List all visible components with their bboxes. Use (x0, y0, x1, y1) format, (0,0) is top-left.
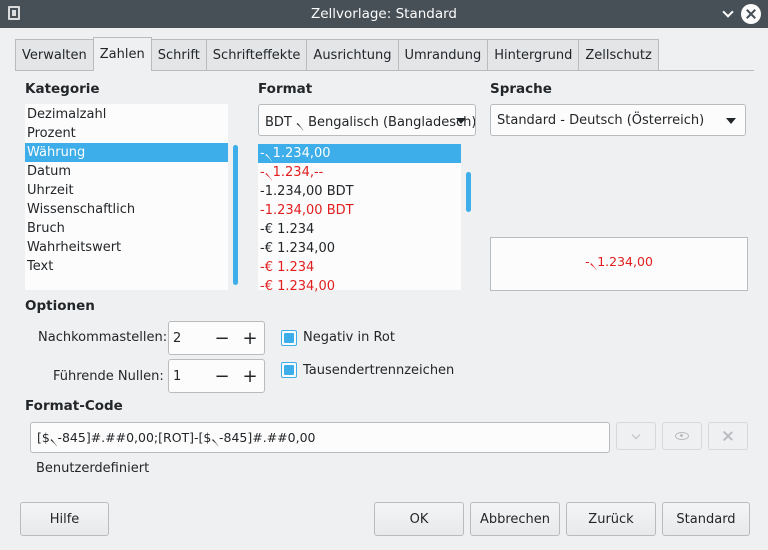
delete-button[interactable] (708, 422, 748, 450)
tab-verwalten[interactable]: Verwalten (15, 39, 94, 71)
leading-zeros-label: Führende Nullen: (53, 369, 164, 384)
decimals-spinner[interactable]: 2 − + (168, 321, 265, 355)
close-icon (746, 9, 756, 19)
format-item[interactable]: -€ 1.234,00 (258, 239, 461, 258)
help-button[interactable]: Hilfe (20, 502, 109, 536)
format-item[interactable]: -৲1.234,-- (258, 163, 461, 182)
standard-button[interactable]: Standard (662, 502, 750, 536)
accept-icon (631, 430, 641, 439)
format-scrollbar[interactable] (466, 172, 471, 212)
format-description: Benutzerdefiniert (36, 461, 150, 476)
tab-ausrichtung[interactable]: Ausrichtung (306, 39, 399, 71)
ok-button[interactable]: OK (374, 502, 464, 536)
tab-bar: Verwalten Zahlen Schrift Schrifteffekte … (15, 37, 659, 71)
format-item[interactable]: -1.234,00 BDT (258, 201, 461, 220)
category-item[interactable]: Bruch (25, 219, 228, 238)
format-list[interactable]: -৲1.234,00 -৲1.234,-- -1.234,00 BDT -1.2… (258, 144, 461, 294)
edit-comment-button[interactable] (662, 422, 702, 450)
chevron-down-icon (722, 5, 734, 18)
accept-button[interactable] (616, 422, 656, 450)
decimals-label: Nachkommastellen: (38, 330, 168, 345)
category-item[interactable]: Wahrheitswert (25, 238, 228, 257)
language-select[interactable]: Standard - Deutsch (Österreich) (490, 104, 746, 136)
category-heading: Kategorie (25, 81, 100, 97)
options-heading: Optionen (25, 298, 95, 314)
dropdown-arrow-icon (456, 118, 466, 124)
increment-button[interactable]: + (237, 322, 263, 354)
category-scrollbar[interactable] (233, 145, 238, 285)
minimize-button[interactable] (718, 4, 738, 24)
format-code-heading: Format-Code (25, 398, 123, 414)
title-bar: Zellvorlage: Standard (0, 0, 768, 28)
category-item[interactable]: Prozent (25, 124, 228, 143)
tab-zahlen[interactable]: Zahlen (92, 37, 152, 71)
tab-schrifteffekte[interactable]: Schrifteffekte (205, 39, 308, 71)
format-code-input[interactable]: [$৲-845]#.##0,00;[ROT]-[$৲-845]#.##0,00 (30, 422, 610, 453)
decrement-button[interactable]: − (209, 360, 235, 392)
tab-schrift[interactable]: Schrift (150, 39, 207, 71)
close-button[interactable] (741, 4, 761, 24)
dropdown-arrow-icon (726, 118, 736, 124)
leading-zeros-value[interactable]: 1 (173, 369, 181, 384)
category-item[interactable]: Währung (25, 143, 228, 162)
tab-umrandung[interactable]: Umrandung (397, 39, 489, 71)
format-item[interactable]: -1.234,00 BDT (258, 182, 461, 201)
category-item[interactable]: Dezimalzahl (25, 105, 228, 124)
format-preview: -৲1.234,00 (490, 237, 748, 291)
negative-red-label: Negativ in Rot (303, 330, 395, 345)
tab-hintergrund[interactable]: Hintergrund (487, 39, 580, 71)
negative-red-checkbox[interactable] (281, 330, 297, 346)
format-item[interactable]: -€ 1.234 (258, 258, 461, 277)
decrement-button[interactable]: − (209, 322, 235, 354)
format-item[interactable]: -৲1.234,00 (258, 144, 461, 163)
currency-select[interactable]: BDT ৲ Bengalisch (Bangladesch) (258, 104, 476, 136)
decimals-value[interactable]: 2 (173, 331, 181, 346)
category-item[interactable]: Datum (25, 162, 228, 181)
tab-zellschutz[interactable]: Zellschutz (578, 39, 659, 71)
format-heading: Format (258, 81, 313, 97)
leading-zeros-spinner[interactable]: 1 − + (168, 359, 265, 393)
preview-text: -৲1.234,00 (585, 254, 653, 269)
reset-button[interactable]: Zurück (566, 502, 656, 536)
language-heading: Sprache (490, 81, 552, 97)
language-select-value: Standard - Deutsch (Österreich) (497, 113, 705, 128)
format-item[interactable]: -€ 1.234,00 (258, 277, 461, 296)
edit-comment-icon (675, 432, 689, 440)
category-item[interactable]: Uhrzeit (25, 181, 228, 200)
category-item[interactable]: Wissenschaftlich (25, 200, 228, 219)
delete-icon (723, 431, 733, 441)
category-item[interactable]: Text (25, 257, 228, 276)
format-item[interactable]: -€ 1.234 (258, 220, 461, 239)
currency-select-value: BDT ৲ Bengalisch (Bangladesch) (265, 115, 476, 130)
increment-button[interactable]: + (237, 360, 263, 392)
category-list[interactable]: Dezimalzahl Prozent Währung Datum Uhrzei… (25, 104, 228, 290)
thousands-separator-checkbox[interactable] (281, 362, 297, 378)
thousands-separator-label: Tausendertrennzeichen (303, 363, 455, 378)
cancel-button[interactable]: Abbrechen (470, 502, 560, 536)
window-title: Zellvorlage: Standard (310, 6, 457, 22)
